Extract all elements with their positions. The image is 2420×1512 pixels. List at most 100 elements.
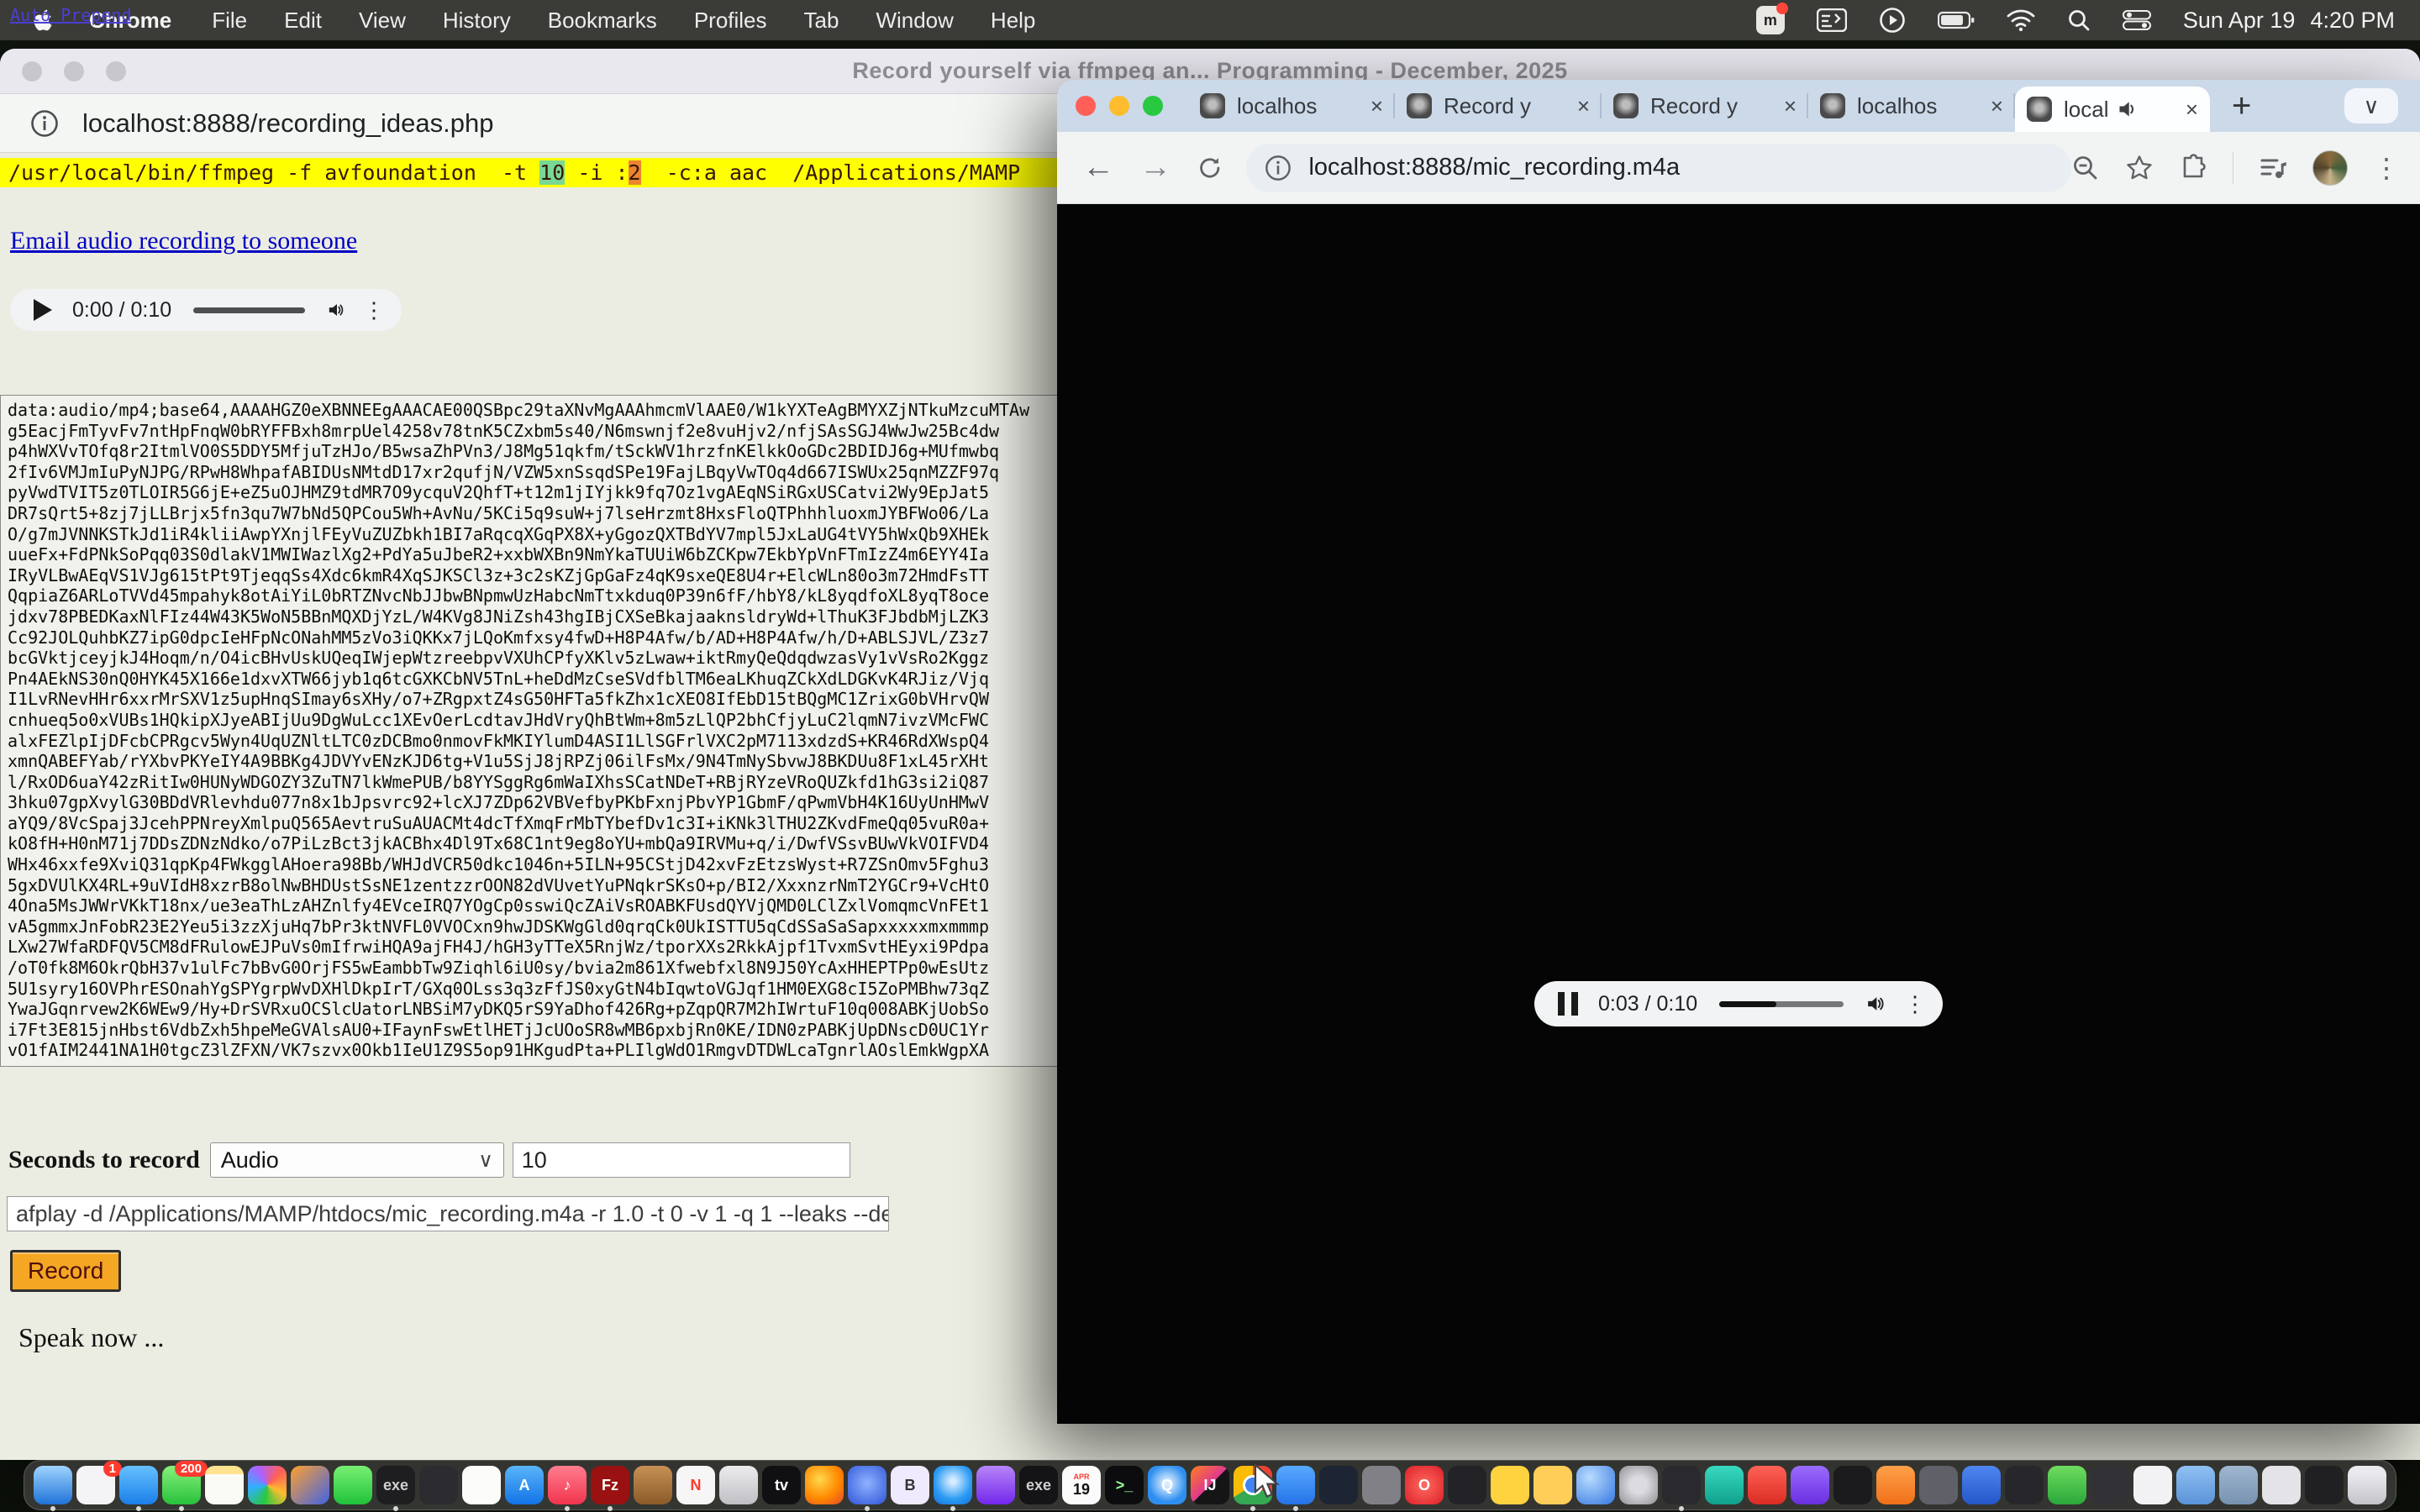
dock-icon-filezilla[interactable]: Fz	[591, 1466, 629, 1504]
menu-item-history[interactable]: History	[443, 8, 511, 34]
back-audio-player[interactable]: 0:00 / 0:10 ⋮	[10, 289, 402, 331]
email-recording-link[interactable]: Email audio recording to someone	[10, 227, 357, 255]
afplay-command-input[interactable]: afplay -d /Applications/MAMP/htdocs/mic_…	[7, 1196, 889, 1231]
close-window-button[interactable]	[1076, 96, 1096, 116]
tab-record-y[interactable]: Record y×	[1395, 80, 1602, 132]
profile-avatar[interactable]	[2312, 150, 2348, 186]
dock-icon-blue-sphere-app[interactable]	[1576, 1466, 1615, 1504]
reload-button[interactable]	[1197, 154, 1223, 182]
dock-icon-photos[interactable]	[248, 1466, 287, 1504]
tab-localhos[interactable]: localhos×	[1808, 80, 2015, 132]
dock-icon-bbedit[interactable]: B	[891, 1466, 929, 1504]
front-traffic-lights[interactable]	[1076, 96, 1163, 116]
tab-search-chevron-button[interactable]: ∨	[2344, 88, 2398, 123]
front-url-text[interactable]: localhost:8888/mic_recording.m4a	[1308, 154, 1680, 181]
dock-icon-quicktime[interactable]: Q	[1148, 1466, 1186, 1504]
menu-item-tab[interactable]: Tab	[804, 8, 839, 34]
dock-icon-folder-downloads[interactable]	[2176, 1466, 2215, 1504]
media-type-select[interactable]: Audio∨	[210, 1142, 504, 1178]
dock-icon-reminders[interactable]: 1	[76, 1466, 115, 1504]
spotlight-search-icon[interactable]	[2067, 6, 2091, 34]
dock-icon-slate-app[interactable]	[1919, 1466, 1958, 1504]
dock-icon-mail[interactable]	[119, 1466, 158, 1504]
dock-icon-gray-utility[interactable]	[1362, 1466, 1401, 1504]
tab-close-icon[interactable]: ×	[1991, 93, 2003, 119]
menu-item-help[interactable]: Help	[991, 8, 1035, 34]
dock-icon-firefox[interactable]	[805, 1466, 844, 1504]
dock-icon-green-app[interactable]	[2048, 1466, 2086, 1504]
dock-icon-podcasts[interactable]	[976, 1466, 1015, 1504]
dock-icon-purple-app[interactable]	[1791, 1466, 1829, 1504]
menu-item-window[interactable]: Window	[876, 8, 953, 34]
tab-close-icon[interactable]: ×	[1784, 93, 1797, 119]
dock-icon-safari[interactable]	[934, 1466, 972, 1504]
zoom-window-button[interactable]	[1143, 96, 1163, 116]
dock-icon-messages[interactable]: 200	[162, 1466, 201, 1504]
menu-item-edit[interactable]: Edit	[284, 8, 322, 34]
dock-icon-file-stack[interactable]	[2262, 1466, 2301, 1504]
dock-icon-blue-app[interactable]	[1962, 1466, 2001, 1504]
dock-icon-dark-app-5[interactable]	[2091, 1466, 2129, 1504]
menu-item-file[interactable]: File	[212, 8, 247, 34]
back-url-text[interactable]: localhost:8888/recording_ideas.php	[82, 108, 493, 139]
pause-icon[interactable]	[1558, 992, 1578, 1016]
seconds-input[interactable]: 10	[513, 1142, 850, 1178]
dock-icon-calendar[interactable]: APR19	[1062, 1466, 1101, 1504]
dock-icon-docs-app[interactable]	[1534, 1466, 1572, 1504]
menu-item-view[interactable]: View	[359, 8, 406, 34]
site-info-icon[interactable]	[1265, 155, 1292, 181]
dock-icon-app-store[interactable]: A	[505, 1466, 544, 1504]
dock-icon-dark-app-4[interactable]	[2005, 1466, 2044, 1504]
new-tab-button[interactable]: +	[2232, 87, 2251, 125]
dock-icon-gold-app[interactable]	[1491, 1466, 1529, 1504]
dock-icon-airpods[interactable]	[719, 1466, 758, 1504]
back-player-menu-icon[interactable]: ⋮	[363, 297, 385, 323]
front-audio-player[interactable]: 0:03 / 0:10 ⋮	[1534, 981, 1943, 1026]
dock-icon-books[interactable]	[634, 1466, 672, 1504]
dock-icon-facetime[interactable]	[334, 1466, 372, 1504]
dock-icon-dark-app[interactable]	[1448, 1466, 1486, 1504]
dock-icon-dark-app-6[interactable]	[2305, 1466, 2344, 1504]
forward-button[interactable]: →	[1139, 150, 1171, 186]
auto-prepend-link[interactable]: Auto Prepend	[10, 5, 132, 25]
dock-icon-dark-app-3[interactable]	[1833, 1466, 1872, 1504]
dock-icon-orange-app[interactable]	[1876, 1466, 1915, 1504]
dock-icon-light-app[interactable]	[2133, 1466, 2172, 1504]
menu-item-profiles[interactable]: Profiles	[694, 8, 767, 34]
dock-icon-intellij[interactable]: IJ	[1191, 1466, 1229, 1504]
keyboard-window-icon[interactable]	[1817, 6, 1847, 34]
minimize-window-button[interactable]	[1109, 96, 1129, 116]
control-center-icon[interactable]	[2123, 6, 2151, 34]
dock-icon-system-settings[interactable]	[1619, 1466, 1658, 1504]
play-icon[interactable]	[34, 299, 52, 321]
dock-icon-trash[interactable]	[2348, 1466, 2386, 1504]
dock-icon-finder[interactable]	[34, 1466, 72, 1504]
site-info-icon[interactable]	[30, 109, 59, 138]
tab-close-icon[interactable]: ×	[2186, 97, 2198, 123]
volume-icon[interactable]	[1865, 991, 1886, 1016]
tab-close-icon[interactable]: ×	[1370, 93, 1383, 119]
dock-icon-opera[interactable]: O	[1405, 1466, 1444, 1504]
dock-icon-blue-circle-app[interactable]	[848, 1466, 886, 1504]
dock-icon-iphone-mirroring[interactable]	[419, 1466, 458, 1504]
dock-icon-notes[interactable]	[205, 1466, 244, 1504]
browser-menu-icon[interactable]: ⋮	[2373, 152, 2400, 184]
dock-icon-red-app[interactable]	[1748, 1466, 1786, 1504]
dock-icon-teal-app[interactable]	[1705, 1466, 1744, 1504]
tab-audio-icon[interactable]	[2117, 98, 2139, 120]
extensions-puzzle-icon[interactable]	[2179, 154, 2207, 182]
tab-close-icon[interactable]: ×	[1577, 93, 1590, 119]
record-button[interactable]: Record	[10, 1250, 121, 1292]
media-controls-icon[interactable]	[2259, 154, 2287, 182]
base64-output-box[interactable]: data:audio/mp4;base64,AAAAHGZ0eXBNNEEgAA…	[0, 395, 1075, 1067]
tab-record-y[interactable]: Record y×	[1602, 80, 1808, 132]
menu-item-bookmarks[interactable]: Bookmarks	[548, 8, 657, 34]
dock-icon-terminal[interactable]: exe	[376, 1466, 415, 1504]
tab-local[interactable]: local×	[2015, 87, 2210, 132]
dock-icon-dark-app-2[interactable]	[1662, 1466, 1701, 1504]
bookmark-star-icon[interactable]	[2125, 154, 2154, 182]
dock-icon-apple-tv[interactable]: tv	[762, 1466, 801, 1504]
front-player-menu-icon[interactable]: ⋮	[1904, 991, 1926, 1017]
dock-icon-folder-documents[interactable]	[2219, 1466, 2258, 1504]
volume-icon[interactable]	[327, 297, 345, 323]
